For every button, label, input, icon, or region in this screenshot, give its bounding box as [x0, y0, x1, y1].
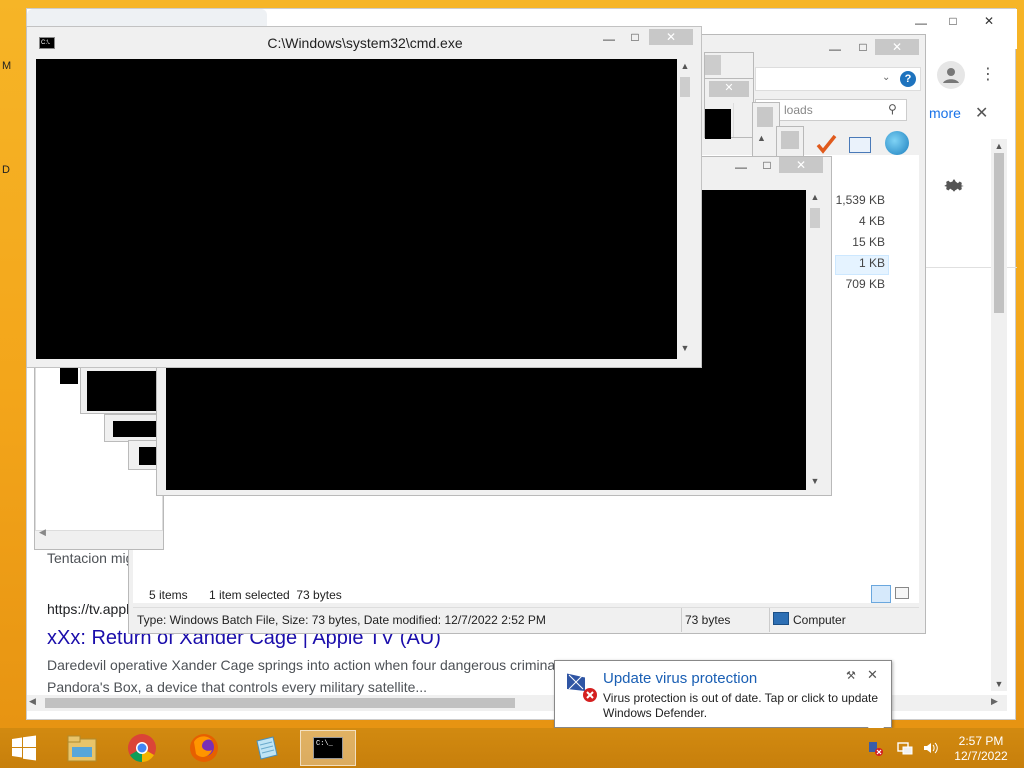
- scroll-left-arrow[interactable]: ◀: [39, 527, 46, 538]
- notepad-icon: [256, 736, 278, 760]
- help-icon[interactable]: ?: [900, 71, 916, 87]
- windows-logo-icon: [12, 735, 36, 761]
- defender-warning-icon: [565, 669, 599, 703]
- result-snippet: Tentacion mig: [47, 550, 134, 566]
- close-button[interactable]: ✕: [975, 13, 1003, 29]
- maximize-button[interactable]: □: [849, 39, 877, 55]
- scroll-down-arrow[interactable]: ▼: [677, 343, 693, 353]
- vertical-scrollbar[interactable]: ▲ ▼: [677, 59, 693, 359]
- taskbar-firefox[interactable]: [176, 730, 232, 766]
- pin-icon[interactable]: ⚒: [846, 669, 856, 682]
- close-button[interactable]: ✕: [779, 157, 823, 173]
- taskbar-notepad[interactable]: [238, 730, 294, 766]
- cmd-taskbar-icon: C:\_: [313, 737, 343, 759]
- person-icon: [943, 68, 959, 83]
- taskbar-cmd[interactable]: C:\_: [300, 730, 356, 766]
- scroll-up-arrow[interactable]: ▲: [677, 61, 693, 71]
- scroll-down-arrow[interactable]: ▼: [991, 679, 1007, 689]
- scroll-thumb[interactable]: [994, 153, 1004, 313]
- chrome-icon: [128, 734, 156, 762]
- cmd-window-stacked[interactable]: [80, 366, 160, 414]
- cmd-window-stacked[interactable]: ✕: [704, 78, 754, 139]
- large-icons-view-button[interactable]: [895, 587, 909, 599]
- vertical-scrollbar[interactable]: ▲ ▼: [807, 190, 823, 490]
- volume-tray-icon[interactable]: [922, 740, 938, 756]
- result-description: Pandora's Box, a device that controls ev…: [47, 679, 428, 695]
- scroll-up-arrow[interactable]: ▲: [757, 133, 766, 143]
- details-pane-icon[interactable]: [849, 137, 871, 153]
- minimize-button[interactable]: —: [821, 41, 849, 57]
- folder-icon: [67, 735, 97, 762]
- profile-avatar[interactable]: [937, 61, 965, 89]
- maximize-button[interactable]: □: [939, 13, 967, 29]
- scroll-left-arrow[interactable]: ◀: [29, 696, 36, 707]
- desktop-icon-label: D: [2, 164, 10, 176]
- cmd-window-active[interactable]: C:\. C:\Windows\system32\cmd.exe — □ ✕ ▲…: [26, 26, 702, 368]
- firefox-icon: [190, 734, 218, 762]
- cmd-console-fragment: [60, 368, 78, 384]
- clock-date: 12/7/2022: [954, 749, 1008, 763]
- settings-gear-icon[interactable]: [941, 173, 967, 202]
- maximize-button[interactable]: □: [621, 29, 649, 45]
- start-button[interactable]: [0, 730, 48, 766]
- taskbar-file-explorer[interactable]: [54, 730, 110, 766]
- minimize-button[interactable]: —: [727, 159, 755, 175]
- scroll-up-arrow[interactable]: ▲: [991, 141, 1007, 151]
- maximize-button[interactable]: □: [753, 157, 781, 173]
- defender-tray-icon[interactable]: [868, 740, 884, 756]
- file-details: Type: Windows Batch File, Size: 73 bytes…: [137, 613, 546, 627]
- minimize-button[interactable]: —: [907, 15, 935, 31]
- scroll-thumb[interactable]: [45, 698, 515, 708]
- desktop-icon-label: M: [2, 60, 12, 72]
- result-url[interactable]: https://tv.appl: [47, 601, 129, 617]
- minimize-button[interactable]: —: [595, 31, 623, 47]
- notification-balloon[interactable]: Update virus protection ⚒ ✕ Virus protec…: [554, 660, 892, 728]
- scroll-thumb[interactable]: [680, 77, 690, 97]
- taskbar-chrome[interactable]: [114, 730, 170, 766]
- details-bar: Type: Windows Batch File, Size: 73 bytes…: [133, 607, 919, 632]
- file-size: 4 KB: [858, 214, 885, 228]
- close-icon[interactable]: ✕: [975, 103, 988, 123]
- location-label: Computer: [793, 613, 846, 627]
- scroll-right-arrow[interactable]: ▶: [991, 696, 998, 707]
- search-input[interactable]: loads: [784, 103, 813, 117]
- network-tray-icon[interactable]: [897, 740, 913, 756]
- close-button[interactable]: ✕: [649, 29, 693, 45]
- checkmark-icon[interactable]: [815, 133, 837, 155]
- search-icon[interactable]: ⚲: [888, 102, 897, 116]
- file-size: 1 KB: [858, 256, 885, 270]
- clock-time: 2:57 PM: [958, 734, 1004, 748]
- notification-body: Virus protection is out of date. Tap or …: [603, 691, 879, 720]
- scroll-down-arrow[interactable]: ▼: [807, 476, 823, 486]
- computer-icon: [773, 612, 789, 625]
- close-icon[interactable]: ✕: [867, 667, 878, 683]
- scroll-up-arrow[interactable]: ▲: [807, 192, 823, 202]
- close-button[interactable]: ✕: [875, 39, 919, 55]
- clock[interactable]: 2:57 PM 12/7/2022: [950, 734, 1012, 764]
- file-size: 15 KB: [852, 235, 885, 249]
- globe-icon[interactable]: [885, 131, 909, 155]
- scroll-thumb[interactable]: [810, 208, 820, 228]
- more-link[interactable]: more: [929, 105, 961, 121]
- cmd-window-stacked[interactable]: [104, 414, 160, 442]
- cmd-console[interactable]: [36, 59, 677, 359]
- address-bar[interactable]: ⌄ ?: [755, 67, 921, 91]
- status-item-count: 5 items: [149, 588, 188, 602]
- close-button[interactable]: ✕: [709, 81, 749, 97]
- vertical-scrollbar[interactable]: ▲ ▼: [991, 139, 1007, 691]
- file-size-detail: 73 bytes: [685, 613, 731, 627]
- status-selection: 1 item selected 73 bytes: [209, 588, 342, 602]
- file-size: 709 KB: [845, 277, 885, 291]
- file-size: 1,539 KB: [835, 193, 885, 207]
- result-description: Daredevil operative Xander Cage springs …: [47, 657, 556, 673]
- details-view-button[interactable]: [871, 585, 891, 603]
- menu-kebab-icon[interactable]: ⋮: [980, 64, 996, 84]
- chevron-down-icon[interactable]: ⌄: [882, 72, 890, 83]
- notification-title: Update virus protection: [603, 670, 758, 687]
